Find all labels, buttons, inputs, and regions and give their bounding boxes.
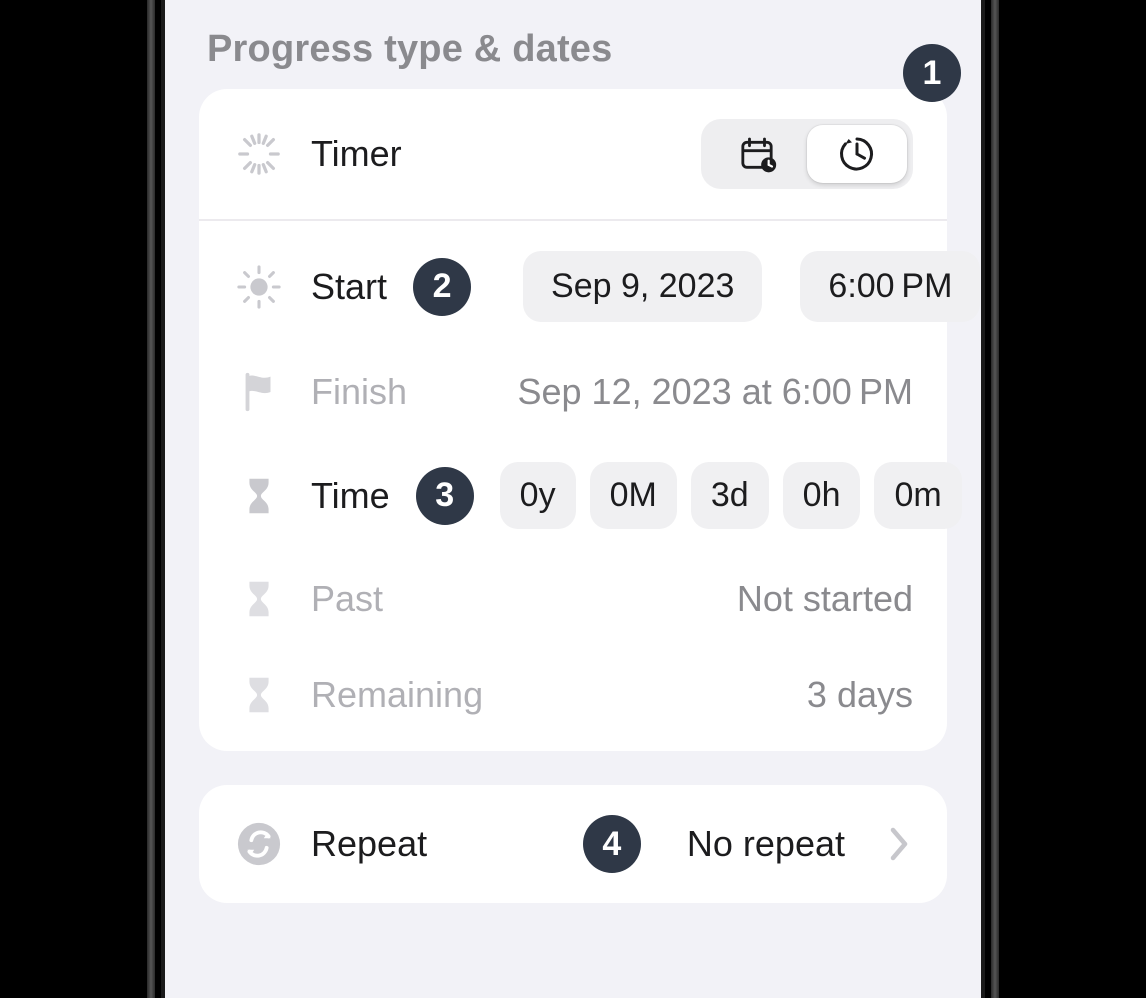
repeat-value: No repeat xyxy=(687,823,845,865)
finish-value: Sep 12, 2023 at 6:00 PM xyxy=(518,371,914,413)
section-header-progress-type: Progress type & dates xyxy=(199,0,947,89)
timer-burst-icon xyxy=(233,128,285,180)
phone-bezel-left xyxy=(93,0,165,998)
hourglass-icon xyxy=(233,470,285,522)
step-badge-3: 3 xyxy=(416,467,474,525)
type-segmented-control xyxy=(701,119,913,189)
duration-minutes[interactable]: 0m xyxy=(874,462,961,529)
hourglass-remaining-icon xyxy=(233,669,285,721)
progress-card: Timer xyxy=(199,89,947,751)
row-past: Past Not started xyxy=(199,551,947,647)
start-time-chip[interactable]: 6:00 PM xyxy=(800,251,980,322)
row-start: Start 2 Sep 9, 2023 6:00 PM xyxy=(199,221,947,344)
sun-icon xyxy=(233,261,285,313)
duration-days[interactable]: 3d xyxy=(691,462,769,529)
past-label: Past xyxy=(311,578,383,620)
step-badge-4: 4 xyxy=(583,815,641,873)
step-badge-2: 2 xyxy=(413,258,471,316)
duration-hours[interactable]: 0h xyxy=(783,462,861,529)
flag-icon xyxy=(233,366,285,418)
duration-label: Time xyxy=(311,475,390,517)
repeat-card: Repeat 4 No repeat xyxy=(199,785,947,903)
finish-label: Finish xyxy=(311,371,407,413)
row-repeat[interactable]: Repeat 4 No repeat xyxy=(199,785,947,903)
timer-label: Timer xyxy=(311,133,402,175)
duration-chips: 0y 0M 3d 0h 0m xyxy=(500,462,962,529)
duration-months[interactable]: 0M xyxy=(590,462,677,529)
phone-frame: 1 Progress type & dates xyxy=(93,0,1053,998)
hourglass-past-icon xyxy=(233,573,285,625)
past-value: Not started xyxy=(737,578,913,620)
remaining-label: Remaining xyxy=(311,674,483,716)
row-timer: Timer xyxy=(199,89,947,221)
duration-years[interactable]: 0y xyxy=(500,462,576,529)
row-finish: Finish Sep 12, 2023 at 6:00 PM xyxy=(199,344,947,440)
row-duration: Time 3 0y 0M 3d 0h 0m xyxy=(199,440,947,551)
segment-timer[interactable] xyxy=(807,125,907,183)
remaining-value: 3 days xyxy=(807,674,913,716)
phone-bezel-right xyxy=(981,0,1053,998)
row-remaining: Remaining 3 days xyxy=(199,647,947,751)
repeat-label: Repeat xyxy=(311,823,427,865)
screen: 1 Progress type & dates xyxy=(165,0,981,998)
repeat-icon xyxy=(233,818,285,870)
chevron-right-icon xyxy=(885,824,913,864)
segment-deadline[interactable] xyxy=(707,125,807,183)
start-label: Start xyxy=(311,266,387,308)
start-date-chip[interactable]: Sep 9, 2023 xyxy=(523,251,762,322)
